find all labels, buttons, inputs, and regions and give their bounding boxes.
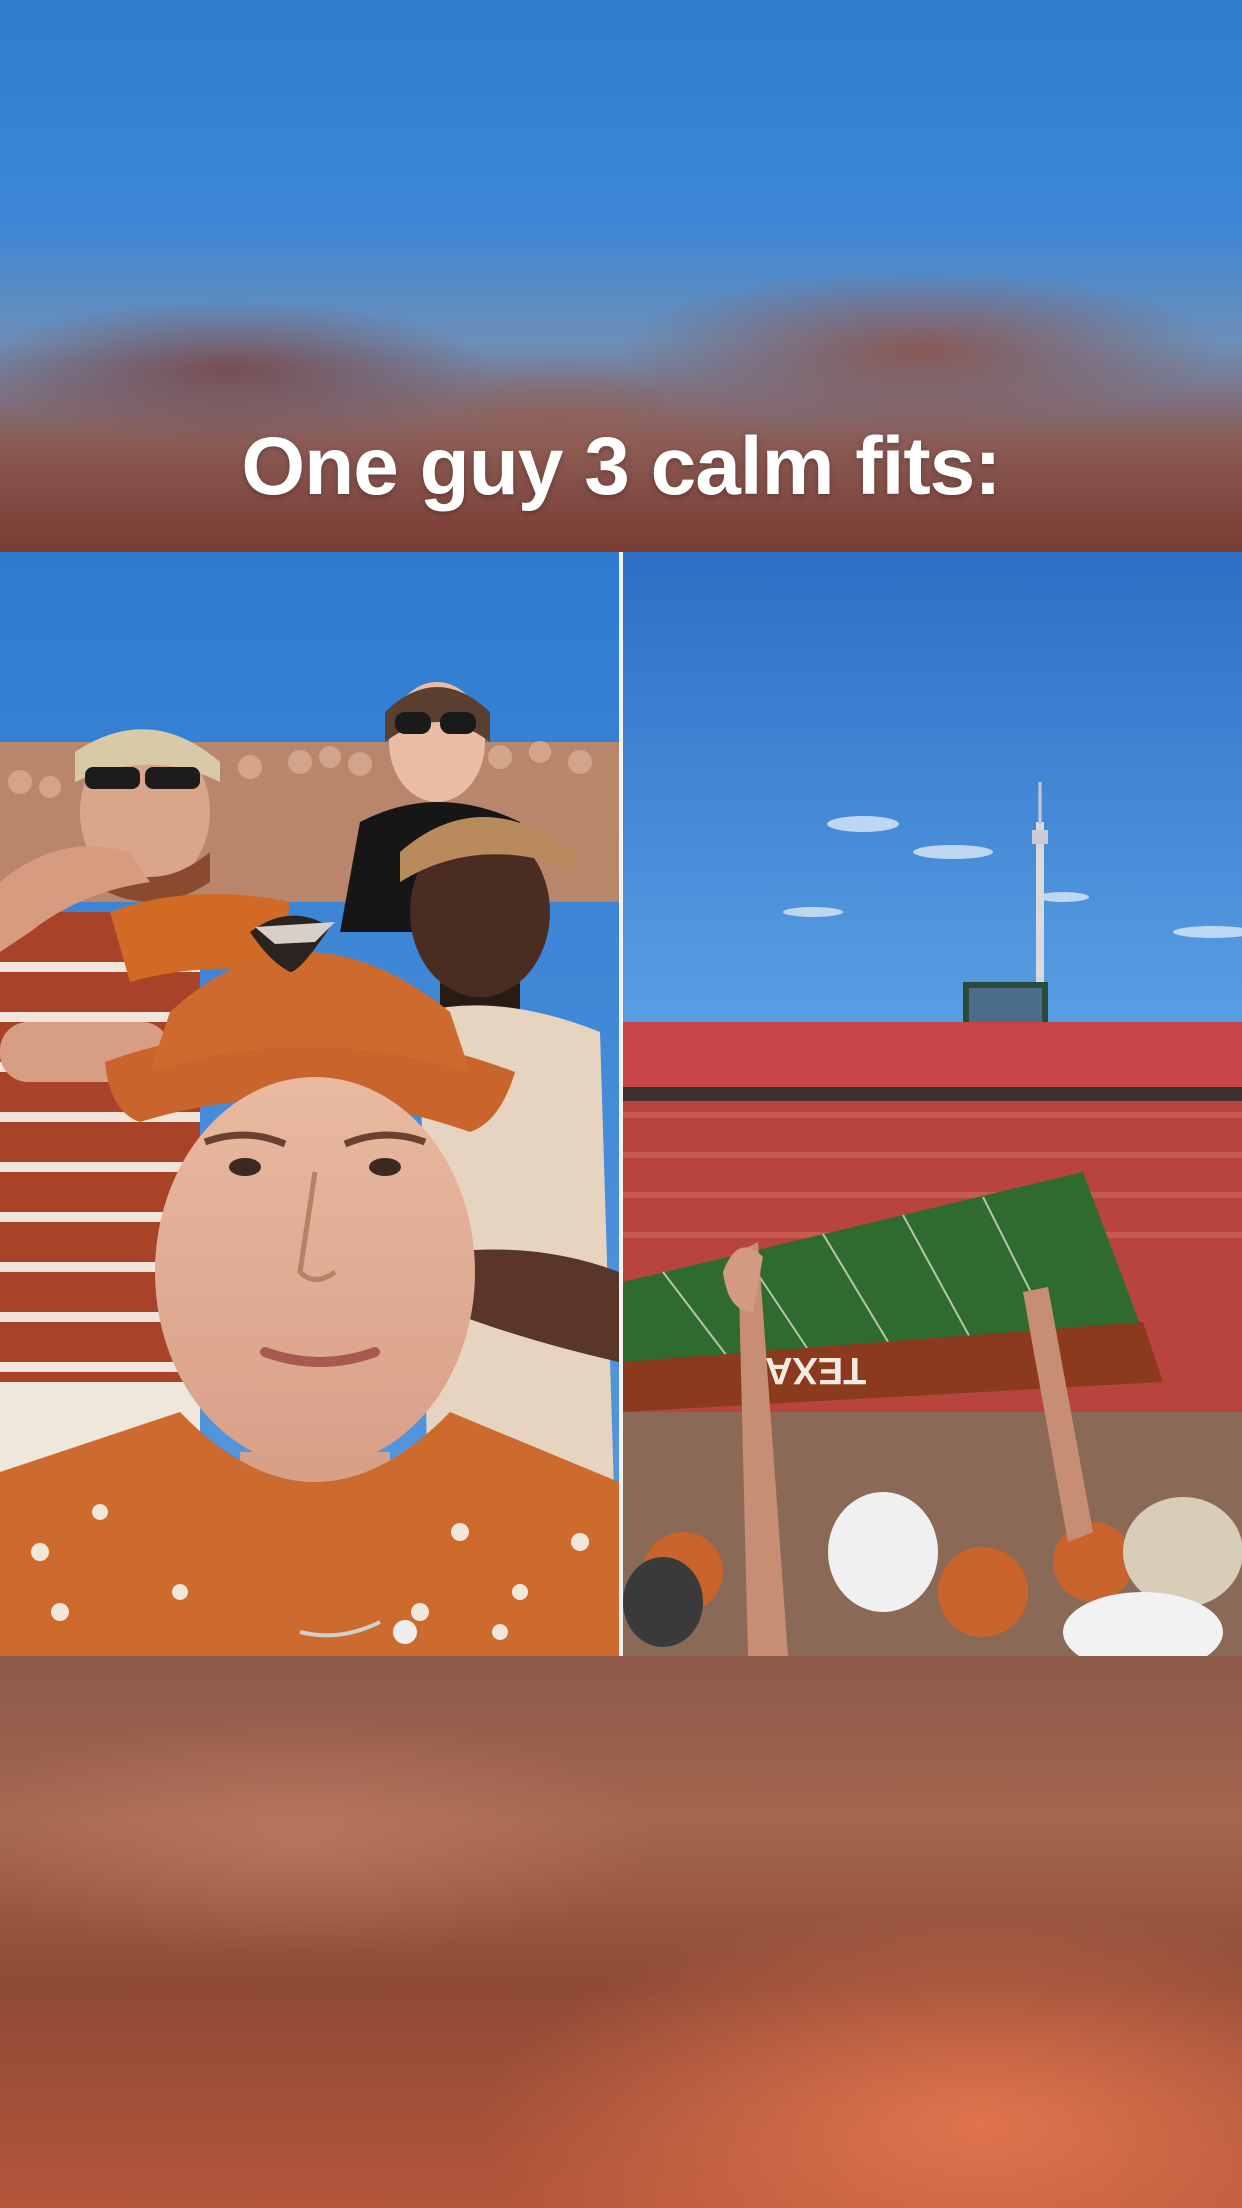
video-caption: One guy 3 calm fits: [241, 421, 1001, 512]
blurred-backdrop-bottom [0, 1656, 1242, 2208]
photo-selfie [0, 552, 619, 1656]
photo-stadium: TEXAS [623, 552, 1242, 1656]
